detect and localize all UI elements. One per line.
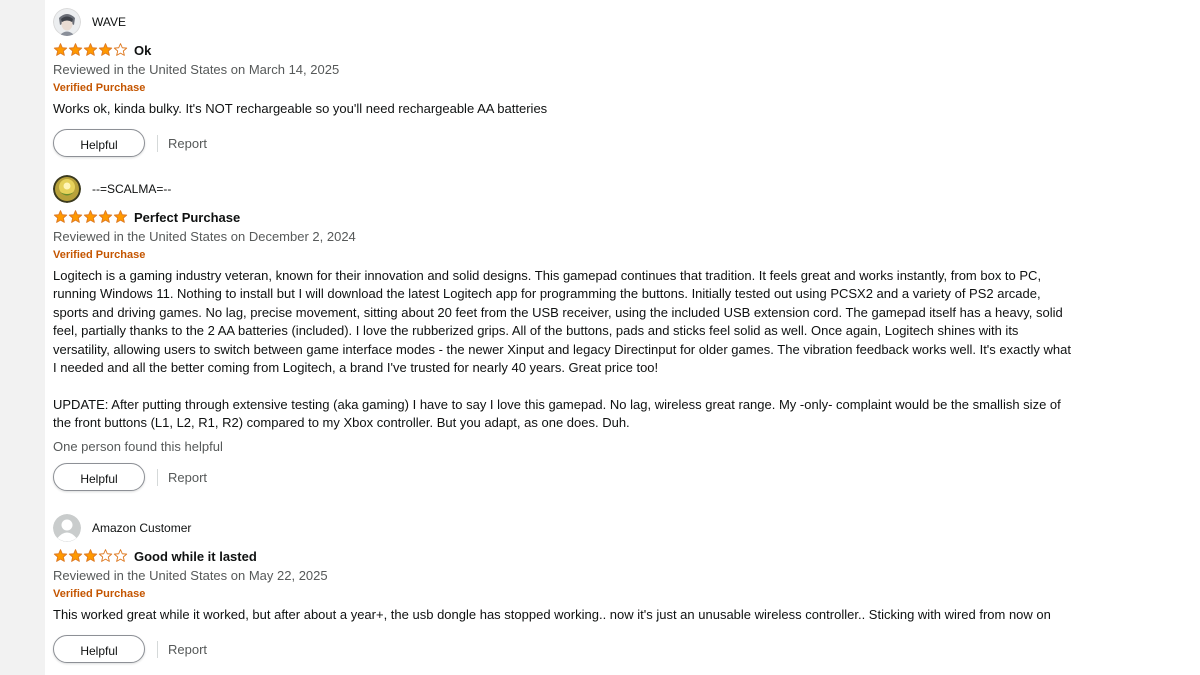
star-filled-icon — [83, 43, 98, 56]
default-user-avatar-icon[interactable] — [53, 514, 81, 542]
star-filled-icon — [53, 43, 68, 56]
review-body: Works ok, kinda bulky. It's NOT recharge… — [53, 100, 1073, 118]
review-paragraph: Logitech is a gaming industry veteran, k… — [53, 268, 1075, 376]
report-link[interactable]: Report — [168, 642, 207, 658]
action-divider — [157, 135, 158, 153]
review-actions: Helpful Report — [53, 462, 1073, 493]
reviewer-profile[interactable]: --=SCALMA=-- — [53, 175, 1073, 203]
review-title[interactable]: Good while it lasted — [134, 549, 257, 565]
star-filled-icon — [68, 210, 83, 223]
rating-row: Good while it lasted — [53, 547, 1073, 567]
review-body: This worked great while it worked, but a… — [53, 606, 1073, 624]
star-filled-icon — [53, 549, 68, 562]
reviewer-name[interactable]: WAVE — [92, 15, 126, 29]
helpful-button[interactable]: Helpful — [53, 129, 145, 158]
review-actions: Helpful Report — [53, 635, 1073, 665]
star-filled-icon — [83, 210, 98, 223]
star-rating[interactable] — [53, 548, 128, 564]
star-empty-icon — [98, 549, 113, 562]
star-filled-icon — [53, 210, 68, 223]
star-rating[interactable] — [53, 209, 128, 225]
action-divider — [157, 641, 158, 659]
rating-row: Ok — [53, 41, 1073, 61]
report-link[interactable]: Report — [168, 136, 207, 152]
review-date: Reviewed in the United States on Decembe… — [53, 229, 356, 244]
review-title[interactable]: Perfect Purchase — [134, 210, 240, 226]
review-date: Reviewed in the United States on May 22,… — [53, 568, 328, 583]
star-filled-icon — [98, 43, 113, 56]
reviewer-name[interactable]: Amazon Customer — [92, 521, 191, 535]
review-date: Reviewed in the United States on March 1… — [53, 62, 340, 77]
star-rating[interactable] — [53, 42, 128, 58]
verified-purchase-badge[interactable]: Verified Purchase — [53, 81, 1073, 95]
review-paragraph: This worked great while it worked, but a… — [53, 607, 1051, 622]
review-paragraph: Works ok, kinda bulky. It's NOT recharge… — [53, 101, 548, 116]
star-filled-icon — [98, 210, 113, 223]
review-actions: Helpful Report — [53, 129, 1073, 159]
star-filled-icon — [68, 43, 83, 56]
page-left-margin — [0, 0, 45, 675]
gold-emblem-avatar-icon[interactable] — [53, 175, 81, 203]
helpful-count: One person found this helpful — [53, 438, 223, 454]
review-paragraph: UPDATE: After putting through extensive … — [53, 396, 1065, 431]
star-empty-icon — [113, 43, 128, 56]
rating-row: Perfect Purchase — [53, 208, 1073, 228]
action-divider — [157, 468, 158, 486]
reviewer-profile[interactable]: WAVE — [53, 8, 1073, 36]
verified-purchase-badge[interactable]: Verified Purchase — [53, 587, 1073, 601]
reviewer-profile[interactable]: Amazon Customer — [53, 514, 1073, 542]
stylized-person-avatar-icon[interactable] — [53, 8, 81, 36]
reviewer-name[interactable]: --=SCALMA=-- — [92, 182, 171, 196]
report-link[interactable]: Report — [168, 470, 207, 486]
helpful-button[interactable]: Helpful — [53, 635, 145, 664]
review-card: WAVE Ok Reviewed in the United States on… — [53, 8, 1073, 159]
review-title[interactable]: Ok — [134, 43, 151, 59]
verified-purchase-badge[interactable]: Verified Purchase — [53, 248, 1073, 262]
star-filled-icon — [113, 210, 128, 223]
review-card: --=SCALMA=-- Perfect Purchase Reviewed i… — [53, 175, 1073, 493]
star-empty-icon — [113, 549, 128, 562]
star-filled-icon — [68, 549, 83, 562]
star-filled-icon — [83, 549, 98, 562]
review-body: Logitech is a gaming industry veteran, k… — [53, 267, 1073, 433]
helpful-button[interactable]: Helpful — [53, 462, 145, 491]
review-card: Amazon Customer Good while it lasted Rev… — [53, 514, 1073, 665]
